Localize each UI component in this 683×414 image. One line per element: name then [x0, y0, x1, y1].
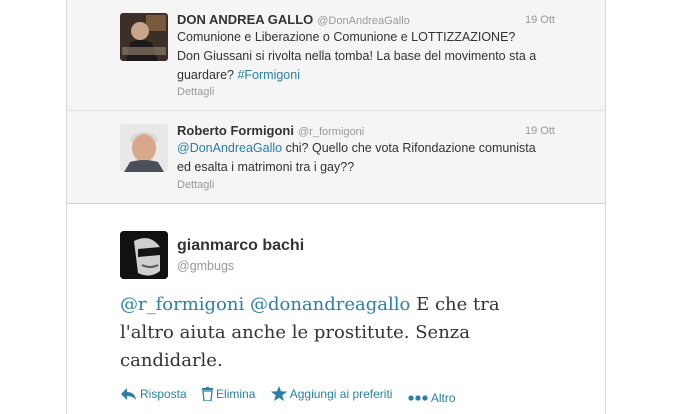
reply-text: @DonAndreaGallo chi? Quello che vota Rif…	[177, 139, 537, 177]
tweet-author-handle[interactable]: @gmbugs	[177, 259, 234, 273]
more-label: Altro	[430, 391, 456, 405]
details-link[interactable]: Dettagli	[177, 86, 214, 98]
author-name[interactable]: DON ANDREA GALLO	[177, 12, 313, 27]
author-handle[interactable]: @r_formigoni	[298, 126, 364, 138]
reply-button[interactable]: Risposta	[120, 387, 187, 401]
avatar-formigoni[interactable]	[120, 124, 168, 172]
reply-text-body: Comunione e Liberazione o Comunione e LO…	[177, 30, 537, 82]
reply-label: Risposta	[140, 387, 187, 401]
reply-author[interactable]: Roberto Formigoni @r_formigoni	[177, 123, 364, 138]
star-icon	[270, 386, 287, 401]
tweet-actions: Risposta Elimina Aggiungi ai preferiti A…	[120, 386, 468, 405]
reply-author[interactable]: DON ANDREA GALLO @DonAndreaGallo	[177, 12, 410, 27]
tweet-panel: DON ANDREA GALLO @DonAndreaGallo 19 Ott C…	[66, 0, 606, 414]
author-name[interactable]: Roberto Formigoni	[177, 123, 294, 138]
hashtag-link[interactable]: #Formigoni	[237, 68, 300, 82]
mention-link[interactable]: @donandreagallo	[250, 294, 410, 315]
more-icon	[408, 395, 428, 401]
timestamp[interactable]: 19 Ott	[525, 14, 555, 26]
details-link[interactable]: Dettagli	[177, 179, 214, 191]
reply-icon	[121, 388, 136, 400]
timestamp[interactable]: 19 Ott	[525, 125, 555, 137]
favorite-button[interactable]: Aggiungi ai preferiti	[270, 386, 393, 401]
reply-tweet-formigoni[interactable]: Roberto Formigoni @r_formigoni 19 Ott @Do…	[67, 111, 605, 204]
avatar-gianmarco[interactable]	[120, 231, 168, 279]
tweet-text: @r_formigoni @donandreagallo E che tra l…	[120, 291, 540, 375]
mention-link[interactable]: @r_formigoni	[120, 294, 244, 315]
reply-tweet-gallo[interactable]: DON ANDREA GALLO @DonAndreaGallo 19 Ott C…	[67, 0, 605, 111]
delete-button[interactable]: Elimina	[202, 387, 255, 401]
more-button[interactable]: Altro	[408, 391, 456, 405]
reply-text: Comunione e Liberazione o Comunione e LO…	[177, 28, 537, 85]
author-handle[interactable]: @DonAndreaGallo	[317, 15, 410, 27]
avatar-gallo[interactable]	[120, 13, 168, 61]
tweet-author-name[interactable]: gianmarco bachi	[177, 237, 304, 255]
favorite-label: Aggiungi ai preferiti	[289, 386, 393, 401]
mention-link[interactable]: @DonAndreaGallo	[177, 141, 282, 155]
delete-label: Elimina	[216, 387, 256, 401]
trash-icon	[202, 387, 214, 401]
